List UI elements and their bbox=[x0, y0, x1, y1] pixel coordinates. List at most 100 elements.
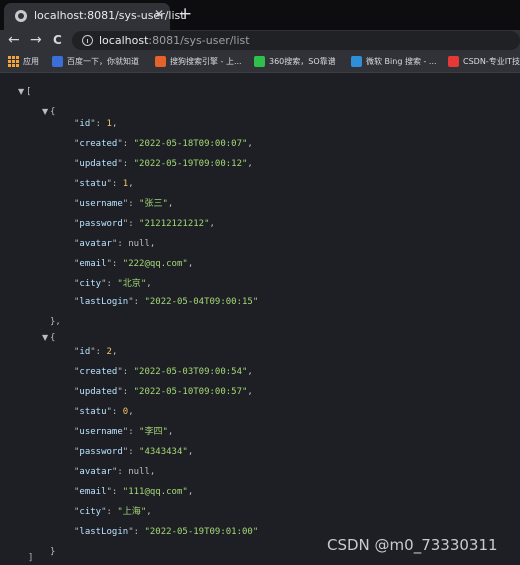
close-tab-icon[interactable]: ✕ bbox=[154, 7, 164, 21]
json-key: avatar bbox=[79, 239, 112, 249]
bookmark-360-icon bbox=[254, 56, 265, 67]
json-key: city bbox=[79, 507, 102, 517]
globe-icon bbox=[15, 10, 27, 22]
json-key: lastLogin bbox=[79, 527, 129, 537]
json-property: "id": 2, bbox=[74, 342, 117, 362]
bookmark-sogou-icon bbox=[155, 56, 166, 67]
json-property: "created": "2022-05-03T09:00:54", bbox=[74, 362, 253, 382]
comma: , bbox=[111, 119, 118, 129]
quote: " bbox=[252, 527, 259, 537]
quote: ": bbox=[90, 347, 107, 357]
json-value: 222@qq.com bbox=[128, 259, 183, 269]
quote: ": bbox=[101, 507, 118, 517]
json-value: 2022-05-19T09:01:00 bbox=[149, 527, 253, 537]
json-property: "email": "222@qq.com", bbox=[74, 254, 193, 274]
json-property: "id": 1, bbox=[74, 114, 117, 134]
json-property: "username": "李四", bbox=[74, 422, 173, 442]
json-bracket: { bbox=[50, 328, 55, 348]
comma: , bbox=[187, 487, 194, 497]
comma: , bbox=[149, 239, 156, 249]
quote: ": bbox=[111, 467, 129, 477]
json-value: 4343434 bbox=[144, 447, 183, 457]
quote: ": bbox=[117, 139, 134, 149]
quote: ": bbox=[106, 179, 123, 189]
url-text[interactable]: localhost:8081/sys-user/list bbox=[99, 33, 250, 48]
json-key: created bbox=[79, 139, 118, 149]
comma: , bbox=[111, 347, 118, 357]
forward-button[interactable]: → bbox=[30, 31, 42, 49]
json-property: "city": "北京", bbox=[74, 274, 152, 294]
bookmark-label: 应用 bbox=[23, 57, 39, 66]
quote: ": bbox=[122, 219, 140, 229]
comma: , bbox=[167, 199, 174, 209]
json-key: updated bbox=[79, 387, 118, 397]
quote: ": bbox=[128, 297, 145, 307]
quote: ": bbox=[106, 487, 123, 497]
info-icon[interactable] bbox=[82, 35, 93, 46]
json-property: "avatar": null, bbox=[74, 234, 155, 254]
json-bracket: [ bbox=[26, 82, 31, 102]
bookmark-baidu-icon bbox=[52, 56, 63, 67]
json-key: created bbox=[79, 367, 118, 377]
json-key: email bbox=[79, 259, 107, 269]
json-key: avatar bbox=[79, 467, 112, 477]
comma: , bbox=[149, 467, 156, 477]
comma: , bbox=[247, 139, 253, 149]
json-property: "password": "21212121212", bbox=[74, 214, 215, 234]
json-key: username bbox=[79, 427, 123, 437]
quote: ": bbox=[122, 427, 140, 437]
json-key: city bbox=[79, 279, 102, 289]
comma: , bbox=[146, 279, 152, 289]
json-viewer: ▼[▼{"id": 1, "created": "2022-05-18T09:00… bbox=[0, 74, 520, 565]
url-path: :8081/sys-user/list bbox=[148, 34, 250, 47]
address-bar[interactable]: localhost:8081/sys-user/list bbox=[72, 31, 520, 50]
json-property: "lastLogin": "2022-05-19T09:01:00" bbox=[74, 522, 258, 542]
reload-button[interactable]: C bbox=[53, 31, 62, 49]
collapse-toggle-icon[interactable]: ▼ bbox=[42, 328, 48, 348]
quote: ": bbox=[106, 259, 123, 269]
bracket-text: [ bbox=[26, 87, 32, 97]
quote: ": bbox=[106, 407, 123, 417]
collapse-toggle-icon[interactable]: ▼ bbox=[42, 102, 48, 122]
comma: , bbox=[187, 447, 194, 457]
tab-active[interactable]: localhost:8081/sys-user/list ✕ bbox=[4, 3, 185, 30]
comma: , bbox=[167, 427, 174, 437]
watermark: CSDN @m0_73330311 bbox=[327, 536, 498, 554]
json-value: 上海 bbox=[122, 507, 141, 517]
quote: ": bbox=[90, 119, 107, 129]
bookmark-label: CSDN-专业IT技... bbox=[463, 57, 520, 66]
json-property: "email": "111@qq.com", bbox=[74, 482, 193, 502]
json-key: id bbox=[79, 347, 91, 357]
json-value: 2022-05-03T09:00:54 bbox=[139, 367, 242, 377]
json-value: 2022-05-10T09:00:57 bbox=[139, 387, 242, 397]
back-button[interactable]: ← bbox=[8, 31, 20, 49]
json-key: lastLogin bbox=[79, 297, 129, 307]
collapse-toggle-icon[interactable]: ▼ bbox=[18, 82, 24, 102]
json-property: "avatar": null, bbox=[74, 462, 155, 482]
json-bracket: ] bbox=[28, 548, 33, 565]
json-key: statu bbox=[79, 407, 107, 417]
bookmark-csdn-icon bbox=[448, 56, 459, 67]
json-value: 李四 bbox=[144, 427, 163, 437]
bracket-text: { bbox=[50, 107, 56, 117]
comma: , bbox=[247, 367, 253, 377]
json-key: email bbox=[79, 487, 107, 497]
json-bracket: } bbox=[50, 542, 55, 562]
bookmark-label: 360搜索，SO靠谱 bbox=[269, 57, 336, 66]
json-value: null bbox=[128, 239, 150, 249]
bracket-text: }, bbox=[50, 317, 61, 327]
apps-grid-icon bbox=[8, 56, 19, 67]
quote: ": bbox=[128, 527, 145, 537]
comma: , bbox=[128, 407, 134, 417]
new-tab-button[interactable]: + bbox=[178, 3, 192, 25]
json-key: password bbox=[79, 447, 123, 457]
bookmark-bing-icon bbox=[351, 56, 362, 67]
json-key: statu bbox=[79, 179, 107, 189]
quote: ": bbox=[117, 367, 134, 377]
json-property: "updated": "2022-05-10T09:00:57", bbox=[74, 382, 253, 402]
json-property: "statu": 0, bbox=[74, 402, 134, 422]
comma: , bbox=[247, 159, 253, 169]
toolbar: ← → C localhost:8081/sys-user/list bbox=[0, 30, 520, 51]
json-value: 111@qq.com bbox=[128, 487, 183, 497]
quote: ": bbox=[117, 159, 134, 169]
